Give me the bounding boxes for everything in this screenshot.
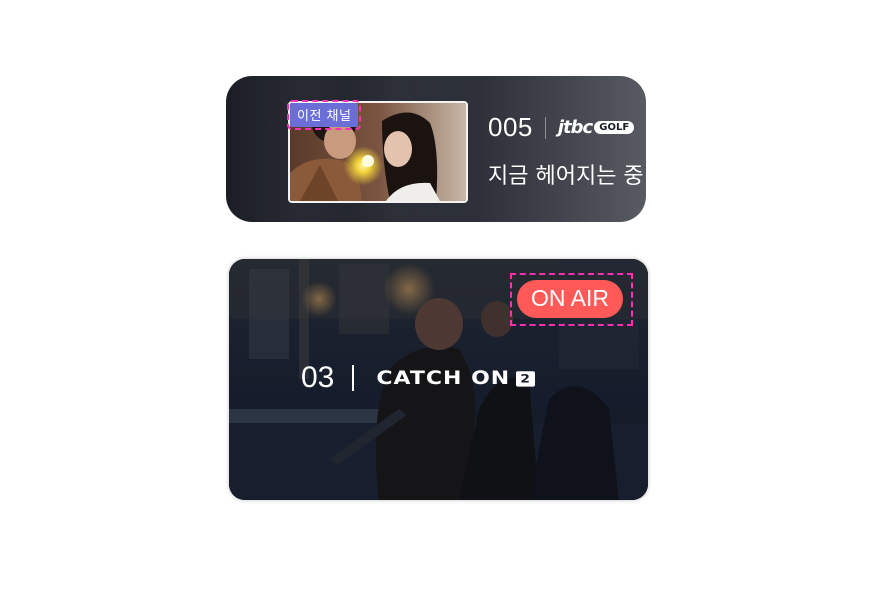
current-channel-card[interactable]: ON AIR 03 CATCH ON 2	[229, 259, 648, 500]
channel-info: 005 jtbc GOLF	[488, 112, 635, 143]
program-title: 지금 헤어지는 중	[488, 164, 644, 189]
channel-number: 005	[488, 112, 533, 142]
channel-logo-text: CATCH ON	[376, 367, 511, 389]
channel-info: 03 CATCH ON 2	[301, 361, 535, 395]
channel-logo-sub: GOLF	[594, 121, 635, 134]
channel-logo: CATCH ON 2	[376, 367, 535, 389]
previous-channel-card[interactable]: 이전 채널 005 jtbc GOLF 지금 헤어지는 중	[226, 76, 646, 222]
channel-preview-stage: 이전 채널 005 jtbc GOLF 지금 헤어지는 중 ON AIR 03 …	[0, 0, 876, 600]
previous-channel-badge: 이전 채널	[286, 100, 362, 130]
channel-number: 03	[301, 361, 335, 394]
divider	[544, 116, 546, 139]
channel-logo-number: 2	[516, 370, 535, 386]
on-air-highlight	[510, 273, 633, 326]
channel-logo: jtbc GOLF	[557, 117, 635, 138]
channel-logo-text: jtbc	[557, 117, 593, 138]
divider	[352, 365, 355, 391]
